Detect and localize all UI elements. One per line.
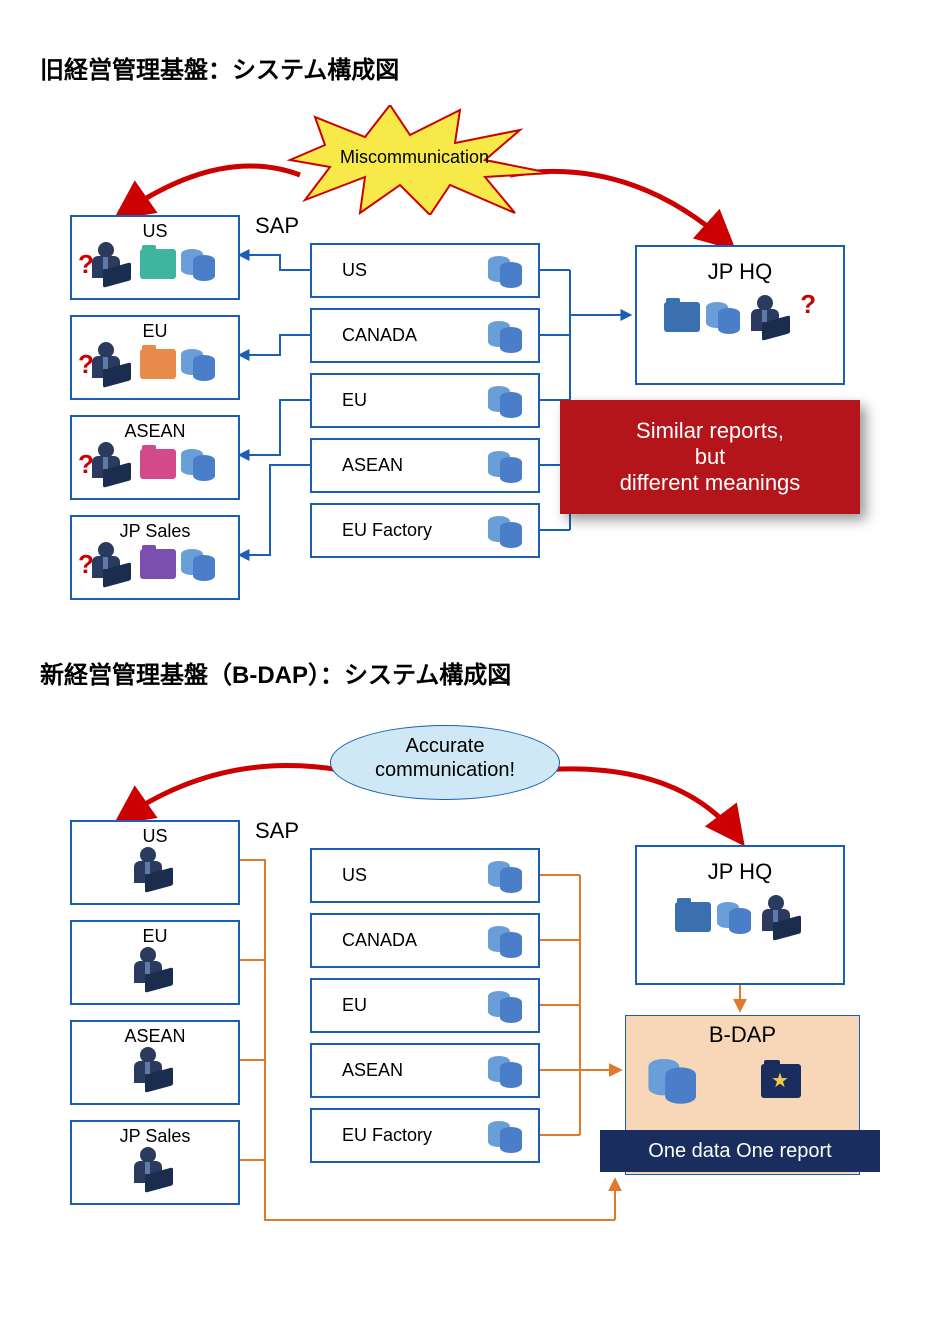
person-icon — [91, 442, 135, 486]
bdap-label: B-DAP — [626, 1022, 859, 1048]
callout-line: Similar reports, — [574, 418, 846, 444]
sap-node-label: US — [342, 865, 367, 885]
region-label: JP Sales — [72, 521, 238, 542]
database-icon — [706, 298, 744, 336]
new-sap-eu: EU — [310, 978, 540, 1033]
person-icon — [133, 847, 177, 891]
database-icon — [488, 447, 526, 485]
database-icon — [488, 317, 526, 355]
question-icon: ? — [800, 289, 816, 319]
folder-icon — [140, 449, 176, 479]
folder-icon — [140, 249, 176, 279]
folder-icon — [664, 302, 700, 332]
region-label: EU — [72, 926, 238, 947]
old-sap-label: SAP — [255, 213, 299, 239]
sap-node-label: CANADA — [342, 325, 417, 345]
new-diagram: Accurate communication! US EU ASEAN JP S… — [40, 710, 890, 1250]
sap-node-label: US — [342, 260, 367, 280]
database-icon — [488, 1052, 526, 1090]
new-sap-eufactory: EU Factory — [310, 1108, 540, 1163]
folder-icon — [140, 349, 176, 379]
database-icon — [488, 382, 526, 420]
database-icon — [488, 922, 526, 960]
folder-icon — [140, 549, 176, 579]
new-sap-label: SAP — [255, 818, 299, 844]
database-icon — [181, 545, 219, 583]
new-region-jpsales: JP Sales — [70, 1120, 240, 1205]
person-icon — [761, 895, 805, 939]
old-region-asean: ASEAN ? — [70, 415, 240, 500]
region-label: ASEAN — [72, 421, 238, 442]
database-icon — [181, 245, 219, 283]
new-title: 新経営管理基盤（B-DAP）：システム構成図 — [40, 655, 890, 690]
region-label: JP Sales — [72, 1126, 238, 1147]
person-icon — [91, 242, 135, 286]
sap-node-label: EU Factory — [342, 520, 432, 540]
hq-label: JP HQ — [637, 259, 843, 285]
new-region-asean: ASEAN — [70, 1020, 240, 1105]
region-label: ASEAN — [72, 1026, 238, 1047]
sap-node-label: ASEAN — [342, 455, 403, 475]
database-icon — [181, 345, 219, 383]
database-icon — [488, 252, 526, 290]
database-icon — [717, 898, 755, 936]
old-sap-canada: CANADA — [310, 308, 540, 363]
old-region-eu: EU ? — [70, 315, 240, 400]
oval-line: Accurate — [331, 734, 559, 758]
database-icon — [488, 857, 526, 895]
database-icon — [488, 512, 526, 550]
region-label: US — [72, 221, 238, 242]
callout-line: but — [574, 444, 846, 470]
database-icon — [488, 1117, 526, 1155]
one-data-bar: One data One report — [600, 1130, 880, 1172]
sap-node-label: CANADA — [342, 930, 417, 950]
database-icon — [181, 445, 219, 483]
old-region-us: US ? — [70, 215, 240, 300]
callout-line: different meanings — [574, 470, 846, 496]
new-sap-asean: ASEAN — [310, 1043, 540, 1098]
new-region-eu: EU — [70, 920, 240, 1005]
sap-node-label: EU — [342, 390, 367, 410]
new-hq: JP HQ — [635, 845, 845, 985]
old-diagram: Miscommunication US ? EU ? ASEAN ? JP Sa… — [40, 105, 890, 615]
sap-node-label: ASEAN — [342, 1060, 403, 1080]
person-icon — [750, 295, 794, 339]
person-icon — [133, 947, 177, 991]
old-sap-eufactory: EU Factory — [310, 503, 540, 558]
region-label: US — [72, 826, 238, 847]
old-hq: JP HQ ? — [635, 245, 845, 385]
new-sap-us: US — [310, 848, 540, 903]
old-sap-us: US — [310, 243, 540, 298]
miscommunication-label: Miscommunication — [340, 147, 489, 168]
old-sap-eu: EU — [310, 373, 540, 428]
person-icon — [133, 1147, 177, 1191]
star-folder-icon — [761, 1064, 801, 1098]
region-label: EU — [72, 321, 238, 342]
accurate-oval: Accurate communication! — [330, 725, 560, 800]
folder-icon — [675, 902, 711, 932]
old-region-jpsales: JP Sales ? — [70, 515, 240, 600]
sap-node-label: EU — [342, 995, 367, 1015]
oval-line: communication! — [331, 758, 559, 782]
old-callout: Similar reports, but different meanings — [560, 400, 860, 514]
database-icon — [648, 1053, 701, 1106]
person-icon — [91, 342, 135, 386]
person-icon — [91, 542, 135, 586]
database-icon — [488, 987, 526, 1025]
person-icon — [133, 1047, 177, 1091]
hq-label: JP HQ — [637, 859, 843, 885]
sap-node-label: EU Factory — [342, 1125, 432, 1145]
old-sap-asean: ASEAN — [310, 438, 540, 493]
old-title: 旧経営管理基盤：システム構成図 — [40, 50, 890, 85]
new-region-us: US — [70, 820, 240, 905]
new-sap-canada: CANADA — [310, 913, 540, 968]
